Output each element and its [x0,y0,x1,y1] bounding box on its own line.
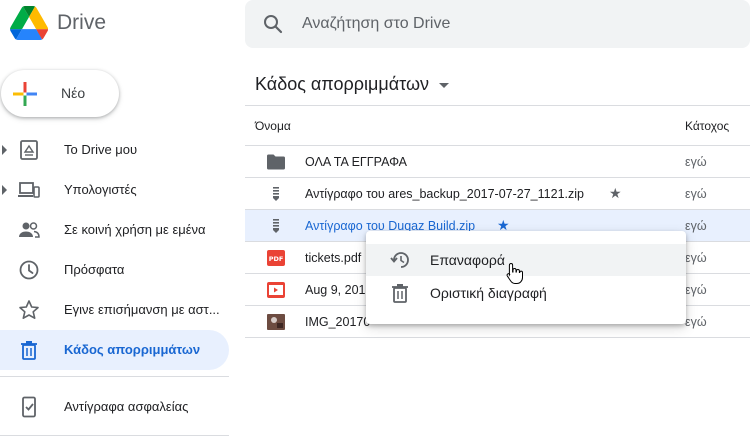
sidebar-item-label: Πρόσφατα [64,262,125,277]
plus-icon [13,82,37,106]
star-icon [19,300,39,319]
file-row[interactable]: Αντίγραφο του ares_backup_2017-07-27_112… [245,178,750,210]
restore-icon [390,252,409,268]
drive-logo-icon[interactable] [10,6,48,40]
file-name: IMG_20170 [305,315,371,329]
expand-arrow-icon[interactable] [2,185,7,195]
delete-forever-menu-item[interactable]: Οριστική διαγραφή [366,277,686,309]
file-owner: εγώ [685,155,707,169]
file-name: Aug 9, 201 [305,283,366,297]
search-input[interactable] [302,9,722,39]
page-title: Κάδος απορριμμάτων [255,73,430,94]
page-title-dropdown[interactable]: Κάδος απορριμμάτων [255,73,450,95]
zip-icon [273,219,279,233]
restore-menu-item[interactable]: Επαναφορά [366,244,686,276]
video-icon [267,282,285,298]
file-name: ΟΛΑ ΤΑ ΕΓΓΡΑΦΑ [305,155,408,169]
pdf-icon: PDF [267,250,285,266]
backups-icon [22,396,36,418]
starred-icon[interactable]: ★ [609,185,622,202]
file-row[interactable]: ΟΛΑ ΤΑ ΕΓΓΡΑΦΑ εγώ [245,146,750,178]
sidebar-item-label: Εγινε επισήμανση με αστ... [64,302,220,317]
sidebar-item-shared[interactable]: Σε κοινή χρήση με εμένα [0,210,229,250]
zip-icon [273,187,279,201]
menu-item-label: Επαναφορά [430,252,505,268]
app-brand: Drive [57,11,107,34]
trash-icon [21,341,37,360]
sidebar-item-label: Το Drive μου [64,142,138,157]
expand-arrow-icon[interactable] [2,145,7,155]
search-icon[interactable] [261,12,285,36]
delete-forever-icon [392,284,408,303]
sidebar-item-label: Υπολογιστές [64,182,137,197]
sidebar-item-label: Σε κοινή χρήση με εμένα [64,222,206,237]
sidebar-item-backups[interactable]: Αντίγραφα ασφαλείας [0,387,229,427]
file-name: Αντίγραφο του ares_backup_2017-07-27_112… [305,187,584,201]
sidebar-item-label: Αντίγραφα ασφαλείας [64,399,189,414]
shared-icon [19,222,40,238]
file-owner: εγώ [685,219,707,233]
clock-icon [19,260,39,280]
menu-item-label: Οριστική διαγραφή [430,285,547,301]
title-divider [245,105,750,106]
top-bar: Drive [0,0,750,56]
file-owner: εγώ [685,187,707,201]
column-header-name[interactable]: Όνομα [255,119,291,133]
svg-text:PDF: PDF [269,255,284,263]
sidebar-item-starred[interactable]: Εγινε επισήμανση με αστ... [0,290,229,330]
my-drive-icon [20,140,38,160]
file-owner: εγώ [685,283,707,297]
caret-down-icon [439,82,450,88]
sidebar-divider [0,435,229,436]
computers-icon [18,182,40,198]
file-name: tickets.pdf [305,251,362,265]
sidebar-item-recent[interactable]: Πρόσφατα [0,250,229,290]
hand-cursor-icon [506,262,523,284]
sidebar-item-label: Κάδος απορριμμάτων [64,342,201,357]
search-bar[interactable] [245,0,750,48]
new-button[interactable]: Νέο [1,70,119,117]
file-owner: εγώ [685,251,707,265]
file-owner: εγώ [685,315,707,329]
new-button-label: Νέο [61,85,86,101]
sidebar-item-computers[interactable]: Υπολογιστές [0,170,229,210]
column-header-owner: Κάτοχος [685,119,730,133]
sidebar-item-trash[interactable]: Κάδος απορριμμάτων [0,330,229,370]
sidebar-divider [0,376,229,377]
sidebar-item-my-drive[interactable]: Το Drive μου [0,130,229,170]
image-thumbnail-icon [267,314,285,330]
context-menu: Επαναφορά Οριστική διαγραφή [366,231,686,324]
folder-icon [267,154,285,170]
